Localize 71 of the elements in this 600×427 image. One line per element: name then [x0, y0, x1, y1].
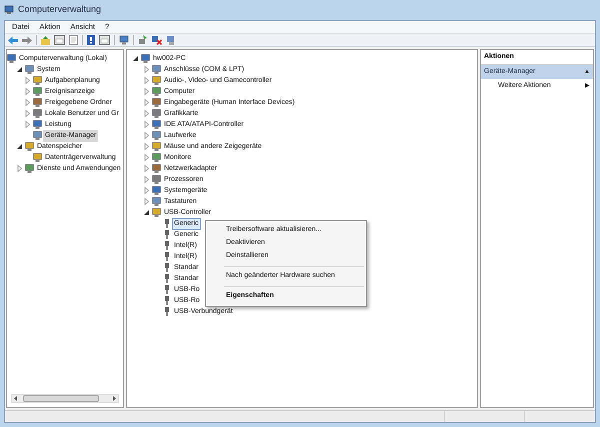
collapsed-arrow-icon[interactable] [23, 120, 32, 129]
device-icon [33, 76, 42, 85]
collapsed-arrow-icon[interactable] [142, 175, 151, 184]
device-icon [33, 109, 42, 118]
device-icon [25, 142, 34, 151]
folder-up-icon[interactable] [41, 36, 50, 44]
device-icon [152, 131, 161, 140]
horizontal-scrollbar[interactable] [11, 394, 119, 403]
computer-icon [4, 5, 14, 15]
device-icon [25, 164, 34, 173]
device-icon [152, 87, 161, 96]
scrollbar-thumb[interactable] [23, 395, 99, 402]
usb-plug-icon [163, 219, 171, 228]
collapsed-arrow-icon[interactable] [142, 87, 151, 96]
collapsed-arrow-icon[interactable] [142, 109, 151, 118]
device-icon [152, 65, 161, 74]
usb-plug-icon [163, 296, 171, 305]
collapsed-arrow-icon[interactable] [23, 98, 32, 107]
device-icon [33, 98, 42, 107]
device-icon [152, 153, 161, 162]
device-icon [152, 76, 161, 85]
collapsed-arrow-icon[interactable] [142, 164, 151, 173]
action-pane-icon[interactable] [99, 35, 110, 45]
device-icon [25, 65, 34, 74]
device-icon [33, 153, 42, 162]
device-icon [152, 186, 161, 195]
help-icon[interactable] [87, 35, 95, 45]
usb-plug-icon [163, 252, 171, 261]
collapsed-arrow-icon[interactable] [15, 164, 24, 173]
usb-plug-icon [163, 230, 171, 239]
update-driver-icon[interactable] [138, 35, 148, 45]
collapsed-arrow-icon[interactable] [142, 142, 151, 151]
window-title: Computerverwaltung [18, 3, 102, 16]
collapsed-arrow-icon[interactable] [142, 186, 151, 195]
device-icon [141, 54, 150, 63]
computer-scan-icon[interactable] [119, 35, 129, 45]
collapsed-arrow-icon[interactable] [23, 87, 32, 96]
device-icon [152, 98, 161, 107]
collapsed-arrow-icon[interactable] [142, 153, 151, 162]
usb-plug-icon [163, 241, 171, 250]
forward-icon[interactable] [22, 36, 32, 44]
device-icon [152, 164, 161, 173]
properties-icon[interactable] [69, 35, 78, 45]
collapsed-arrow-icon[interactable] [23, 109, 32, 118]
device-icon [33, 120, 42, 129]
expanded-arrow-icon[interactable] [142, 208, 151, 217]
collapsed-arrow-icon[interactable] [142, 120, 151, 129]
expanded-arrow-icon[interactable] [15, 65, 24, 74]
collapsed-arrow-icon[interactable] [142, 98, 151, 107]
device-icon [7, 54, 16, 63]
device-icon [33, 87, 42, 96]
device-icon [152, 197, 161, 206]
scroll-right-icon[interactable] [111, 395, 118, 402]
device-icon [152, 120, 161, 129]
back-icon[interactable] [8, 36, 18, 44]
device-icon [152, 109, 161, 118]
expanded-arrow-icon[interactable] [15, 142, 24, 151]
usb-plug-icon [163, 263, 171, 272]
device-icon [152, 208, 161, 217]
usb-plug-icon [163, 285, 171, 294]
device-icon [152, 175, 161, 184]
collapsed-arrow-icon[interactable] [142, 76, 151, 85]
usb-plug-icon [163, 307, 171, 316]
scroll-left-icon[interactable] [12, 395, 19, 402]
console-tree-icon[interactable] [54, 35, 65, 45]
device-icon [33, 131, 42, 140]
collapsed-arrow-icon[interactable] [142, 131, 151, 140]
usb-plug-icon [163, 274, 171, 283]
device-icon [152, 142, 161, 151]
uninstall-icon[interactable] [152, 35, 162, 45]
expanded-arrow-icon[interactable] [131, 54, 140, 63]
